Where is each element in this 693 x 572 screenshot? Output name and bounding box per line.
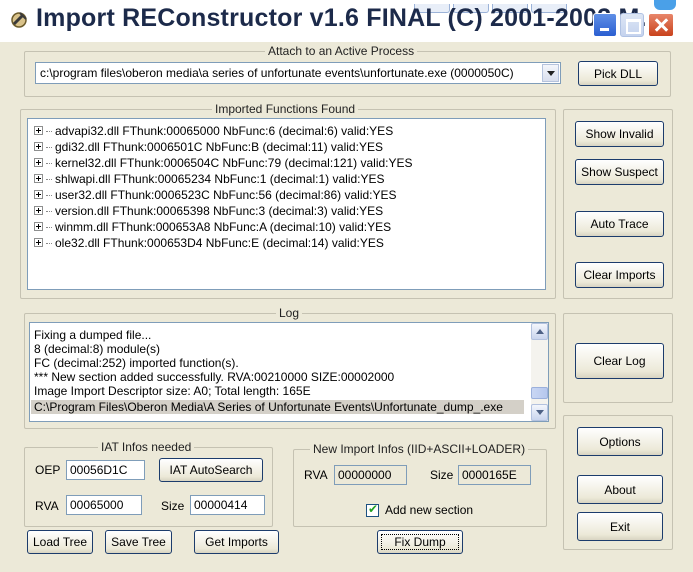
iat-infos-legend: IAT Infos needed (98, 440, 195, 454)
iat-autosearch-button[interactable]: IAT AutoSearch (159, 458, 263, 482)
new-size-field: 0000165E (458, 465, 531, 485)
close-button[interactable] (648, 13, 674, 37)
show-invalid-button[interactable]: Show Invalid (575, 121, 664, 147)
tree-row[interactable]: advapi32.dll FThunk:00065000 NbFunc:6 (d… (34, 123, 393, 139)
maximize-button[interactable] (620, 13, 644, 37)
new-size-label: Size (430, 468, 454, 482)
iat-size-field[interactable]: 00000414 (190, 495, 265, 515)
save-tree-button[interactable]: Save Tree (105, 530, 172, 554)
new-import-infos-legend: New Import Infos (IID+ASCII+LOADER) (310, 442, 529, 456)
tree-row[interactable]: kernel32.dll FThunk:0006504C NbFunc:79 (… (34, 155, 413, 171)
get-imports-button[interactable]: Get Imports (194, 530, 279, 554)
scroll-down-icon[interactable] (531, 404, 548, 421)
show-suspect-button[interactable]: Show Suspect (575, 159, 664, 185)
log-legend: Log (276, 306, 303, 320)
tree-row[interactable]: version.dll FThunk:00065398 NbFunc:3 (de… (34, 203, 383, 219)
clear-imports-button[interactable]: Clear Imports (575, 262, 664, 288)
expand-icon[interactable] (34, 174, 43, 184)
chevron-down-icon[interactable] (542, 64, 559, 82)
corner-badge-icon (654, 0, 676, 10)
expand-icon[interactable] (34, 222, 43, 232)
tree-row[interactable]: shlwapi.dll FThunk:00065234 NbFunc:1 (de… (34, 171, 385, 187)
expand-icon[interactable] (34, 126, 43, 136)
oep-field[interactable]: 00056D1C (66, 460, 145, 480)
title-bar[interactable]: Import REConstructor v1.6 FINAL (C) 2001… (0, 0, 693, 42)
tree-row[interactable]: winmm.dll FThunk:000653A8 NbFunc:A (deci… (34, 219, 391, 235)
tree-row[interactable]: gdi32.dll FThunk:0006501C NbFunc:B (deci… (34, 139, 383, 155)
log-line: *** New section added successfully. RVA:… (34, 370, 395, 384)
attach-process-legend: Attach to an Active Process (265, 44, 418, 58)
app-icon (11, 12, 27, 28)
auto-trace-button[interactable]: Auto Trace (575, 211, 664, 237)
load-tree-button[interactable]: Load Tree (27, 530, 93, 554)
expand-icon[interactable] (34, 142, 43, 152)
new-rva-field: 00000000 (334, 465, 407, 485)
log-line: Fixing a dumped file... (34, 328, 152, 342)
new-rva-label: RVA (304, 468, 328, 482)
imported-functions-legend: Imported Functions Found (212, 102, 359, 116)
window-title: Import REConstructor v1.6 FINAL (C) 2001… (36, 4, 661, 32)
oep-label: OEP (35, 463, 61, 477)
expand-icon[interactable] (34, 238, 43, 248)
log-line: FC (decimal:252) imported function(s). (34, 356, 239, 370)
log-line-selected[interactable]: C:\Program Files\Oberon Media\A Series o… (31, 400, 524, 414)
options-button[interactable]: Options (577, 427, 663, 456)
fix-dump-button[interactable]: Fix Dump (377, 530, 463, 554)
minimize-button[interactable] (593, 13, 617, 37)
iat-size-label: Size (161, 499, 185, 513)
log-scrollbar[interactable] (531, 323, 548, 421)
imports-tree[interactable]: advapi32.dll FThunk:00065000 NbFunc:6 (d… (27, 118, 546, 290)
scrollbar-thumb[interactable] (531, 387, 548, 399)
process-select-value: c:\program files\oberon media\a series o… (40, 66, 514, 80)
about-button[interactable]: About (577, 475, 663, 504)
log-line: Image Import Descriptor size: A0; Total … (34, 384, 311, 398)
add-new-section-checkbox[interactable] (366, 502, 379, 517)
focus-rectangle (381, 534, 459, 550)
clear-log-button[interactable]: Clear Log (575, 343, 664, 379)
tree-row[interactable]: ole32.dll FThunk:000653D4 NbFunc:E (deci… (34, 235, 384, 251)
log-line: 8 (decimal:8) module(s) (34, 342, 161, 356)
exit-button[interactable]: Exit (577, 512, 663, 541)
scroll-up-icon[interactable] (531, 323, 548, 340)
pick-dll-button[interactable]: Pick DLL (578, 61, 658, 86)
process-select[interactable]: c:\program files\oberon media\a series o… (35, 62, 561, 84)
main-window: Import REConstructor v1.6 FINAL (C) 2001… (0, 0, 693, 572)
tree-row[interactable]: user32.dll FThunk:0006523C NbFunc:56 (de… (34, 187, 397, 203)
expand-icon[interactable] (34, 158, 43, 168)
add-new-section-label: Add new section (385, 503, 474, 517)
iat-rva-label: RVA (35, 499, 59, 513)
log-listbox[interactable]: Fixing a dumped file... 8 (decimal:8) mo… (29, 322, 549, 422)
expand-icon[interactable] (34, 206, 43, 216)
iat-rva-field[interactable]: 00065000 (66, 495, 142, 515)
expand-icon[interactable] (34, 190, 43, 200)
